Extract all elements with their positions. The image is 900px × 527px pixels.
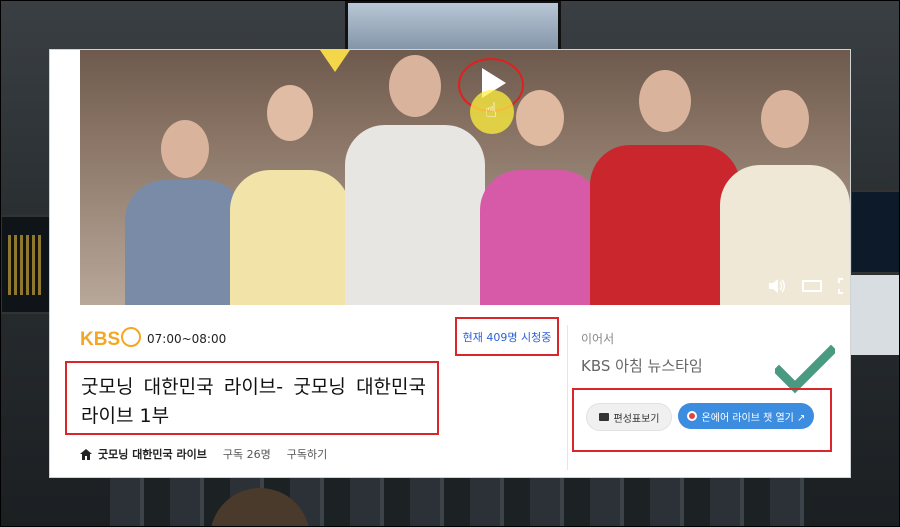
presenter: [590, 70, 740, 305]
subscriber-count: 구독 26명: [222, 448, 271, 461]
schedule-icon: [598, 413, 609, 421]
next-program-title[interactable]: KBS 아침 뉴스타임: [581, 355, 703, 376]
viewer-count: 현재 409명 시청중: [455, 317, 559, 356]
subscribe-button[interactable]: 구독하기: [287, 446, 327, 462]
live-chat-button[interactable]: 온에어 라이브 챗 열기 ↗: [678, 403, 814, 429]
kbs-logo: KBS: [80, 327, 142, 351]
live-dot-icon: [686, 411, 697, 421]
live-player-card: ☝ KBS 07:00~08:00 현재 409명 시청중 굿모닝 대한민국 라…: [50, 50, 850, 477]
program-home-row: 굿모닝 대한민국 라이브 구독 26명 구독하기: [80, 446, 327, 462]
live-chat-button-label: 온에어 라이브 챗 열기 ↗: [701, 412, 806, 424]
title-highlight: 굿모닝 대한민국 라이브- 굿모닝 대한민국 라이브 1부: [65, 361, 439, 435]
program-home-link[interactable]: 굿모닝 대한민국 라이브: [98, 446, 207, 462]
background-monitor-left: [0, 215, 52, 314]
broadcast-time: 07:00~08:00: [147, 332, 227, 346]
schedule-button[interactable]: 편성표보기: [586, 403, 672, 431]
program-info: KBS 07:00~08:00 현재 409명 시청중 굿모닝 대한민국 라이브…: [65, 305, 850, 477]
divider: [567, 325, 568, 470]
home-icon[interactable]: [80, 448, 92, 460]
presenter: [230, 85, 350, 305]
theater-mode-icon[interactable]: [802, 279, 822, 293]
kbs-logo-ring: [121, 327, 142, 347]
presenter: [720, 90, 850, 305]
volume-icon[interactable]: [768, 278, 786, 294]
next-program-label: 이어서: [581, 332, 615, 346]
hand-cursor-icon: ☝: [485, 98, 498, 122]
presenter: [125, 120, 245, 305]
background-monitor-right: [850, 190, 900, 274]
fullscreen-icon[interactable]: [838, 278, 850, 294]
schedule-button-label: 편성표보기: [613, 413, 660, 425]
buttons-highlight: 편성표보기 온에어 라이브 챗 열기 ↗: [572, 388, 832, 452]
background-monitor-right-lower: [850, 275, 900, 355]
video-player[interactable]: ☝: [80, 50, 850, 305]
program-title: 굿모닝 대한민국 라이브- 굿모닝 대한민국 라이브 1부: [81, 376, 426, 427]
